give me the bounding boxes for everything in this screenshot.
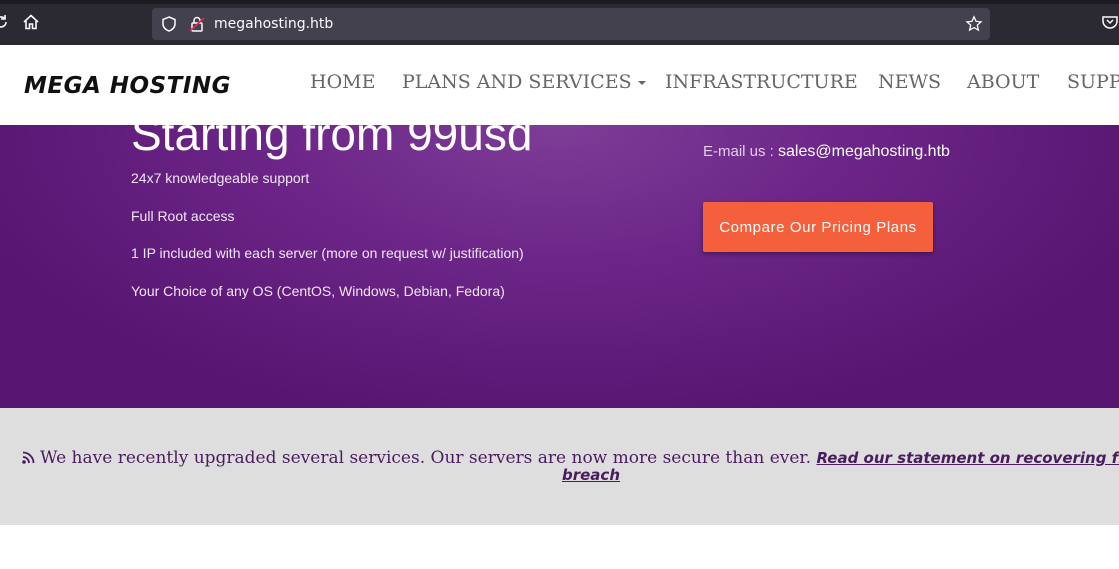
pocket-icon[interactable] — [1101, 13, 1119, 31]
nav-home[interactable]: HOME — [310, 71, 375, 93]
compare-pricing-button[interactable]: Compare Our Pricing Plans — [703, 202, 933, 252]
nav-news[interactable]: NEWS — [878, 71, 941, 93]
hero-title: Starting from 99usd — [131, 125, 533, 160]
statement-link-continued[interactable]: breach — [562, 466, 620, 484]
lock-icon[interactable] — [188, 15, 206, 33]
url-text[interactable]: megahosting.htb — [214, 8, 333, 40]
feature-item: Your Choice of any OS (CentOS, Windows, … — [131, 283, 505, 299]
email-link[interactable]: sales@megahosting.htb — [778, 143, 950, 160]
url-bar[interactable]: megahosting.htb — [152, 8, 990, 40]
star-icon[interactable] — [965, 15, 983, 33]
nav-about[interactable]: ABOUT — [967, 71, 1039, 93]
feature-item: 24x7 knowledgeable support — [131, 170, 310, 186]
email-contact: E-mail us : sales@megahosting.htb — [703, 143, 950, 161]
tab-strip-edge — [0, 0, 1119, 4]
home-icon[interactable] — [22, 13, 40, 31]
feature-item: 1 IP included with each server (more on … — [131, 245, 524, 261]
nav-plans-and-services[interactable]: PLANS AND SERVICES — [402, 71, 646, 93]
rss-icon — [22, 449, 35, 464]
announcement-bar: We have recently upgraded several servic… — [0, 408, 1119, 525]
site-logo[interactable]: MEGA HOSTING — [24, 73, 231, 99]
shield-icon[interactable] — [160, 15, 178, 33]
statement-link[interactable]: Read our statement on recovering from th… — [816, 449, 1119, 467]
site-header: MEGA HOSTING HOME PLANS AND SERVICES INF… — [0, 45, 1119, 125]
feature-item: Full Root access — [131, 208, 235, 224]
email-label: E-mail us : — [703, 143, 779, 160]
hero-section: Starting from 99usd 24x7 knowledgeable s… — [0, 125, 1119, 408]
browser-toolbar: megahosting.htb — [0, 0, 1119, 45]
nav-support[interactable]: SUPP — [1067, 71, 1119, 93]
reload-icon[interactable] — [0, 13, 10, 31]
caret-down-icon — [637, 81, 646, 85]
announcement-text: We have recently upgraded several servic… — [40, 448, 812, 468]
nav-infrastructure[interactable]: INFRASTRUCTURE — [665, 71, 858, 93]
nav-plans-label: PLANS AND SERVICES — [402, 71, 632, 93]
announcement-line-2: breach — [562, 465, 620, 484]
